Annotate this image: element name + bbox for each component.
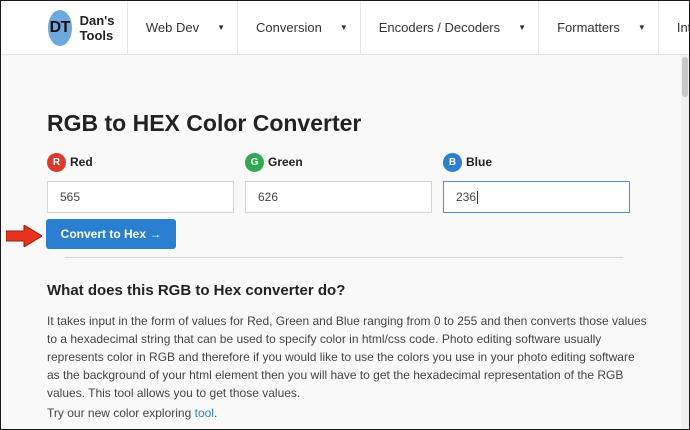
nav-formatters[interactable]: Formatters ▼	[539, 1, 659, 54]
red-badge-icon: R	[47, 152, 66, 172]
red-label: R Red	[47, 152, 234, 172]
main-content: RGB to HEX Color Converter R Red 565 G G…	[1, 56, 683, 429]
blue-input[interactable]: 236	[443, 181, 630, 213]
blue-badge-icon: B	[443, 152, 462, 172]
top-navigation: DT Dan's Tools Web Dev ▼ Conversion ▼ En…	[1, 1, 689, 55]
description-paragraph: It takes input in the form of values for…	[47, 314, 647, 400]
nav-encoders-decoders[interactable]: Encoders / Decoders ▼	[361, 1, 540, 54]
red-input-value: 565	[60, 190, 81, 204]
divider	[65, 257, 623, 258]
green-label: G Green	[245, 152, 432, 172]
blue-field: B Blue 236	[443, 152, 630, 213]
nav-label: Internet	[676, 20, 689, 35]
try-tool-text: Try our new color exploring tool.	[47, 406, 217, 420]
blue-input-value: 236	[456, 190, 477, 204]
green-label-text: Green	[268, 155, 303, 169]
caret-down-icon: ▼	[217, 23, 226, 32]
green-badge-icon: G	[245, 152, 264, 172]
blue-label: B Blue	[443, 152, 630, 172]
section-heading: What does this RGB to Hex converter do?	[47, 282, 346, 299]
green-input[interactable]: 626	[245, 181, 432, 213]
brand-name: Dan's Tools	[79, 12, 115, 43]
convert-to-hex-button[interactable]: Convert to Hex →	[46, 219, 176, 249]
green-input-value: 626	[258, 190, 279, 204]
red-input[interactable]: 565	[47, 181, 234, 213]
green-field: G Green 626	[245, 152, 432, 213]
red-arrow-icon	[6, 225, 42, 247]
caret-down-icon: ▼	[518, 23, 527, 32]
page-title: RGB to HEX Color Converter	[47, 110, 362, 136]
text-cursor	[477, 190, 479, 204]
nav-label: Formatters	[557, 20, 620, 35]
nav-web-dev[interactable]: Web Dev ▼	[128, 1, 239, 54]
try-suffix: .	[213, 406, 218, 420]
nav-internet[interactable]: Internet ▼	[659, 1, 689, 54]
nav-label: Conversion	[256, 20, 322, 35]
color-tool-link[interactable]: tool	[195, 406, 214, 420]
brand-home-link[interactable]: DT Dan's Tools	[1, 1, 128, 54]
caret-down-icon: ▼	[339, 23, 348, 32]
red-label-text: Red	[70, 155, 93, 169]
try-prefix: Try our new color exploring	[47, 406, 195, 420]
caret-down-icon: ▼	[637, 23, 646, 32]
nav-conversion[interactable]: Conversion ▼	[238, 1, 361, 54]
red-field: R Red 565	[47, 152, 234, 213]
page-scrollbar[interactable]	[681, 55, 689, 429]
browser-viewport: DT Dan's Tools Web Dev ▼ Conversion ▼ En…	[0, 0, 690, 430]
logo: DT	[48, 9, 72, 46]
nav-label: Web Dev	[145, 20, 200, 35]
blue-label-text: Blue	[466, 155, 493, 169]
nav-label: Encoders / Decoders	[378, 20, 501, 35]
scrollbar-thumb[interactable]	[682, 57, 688, 97]
